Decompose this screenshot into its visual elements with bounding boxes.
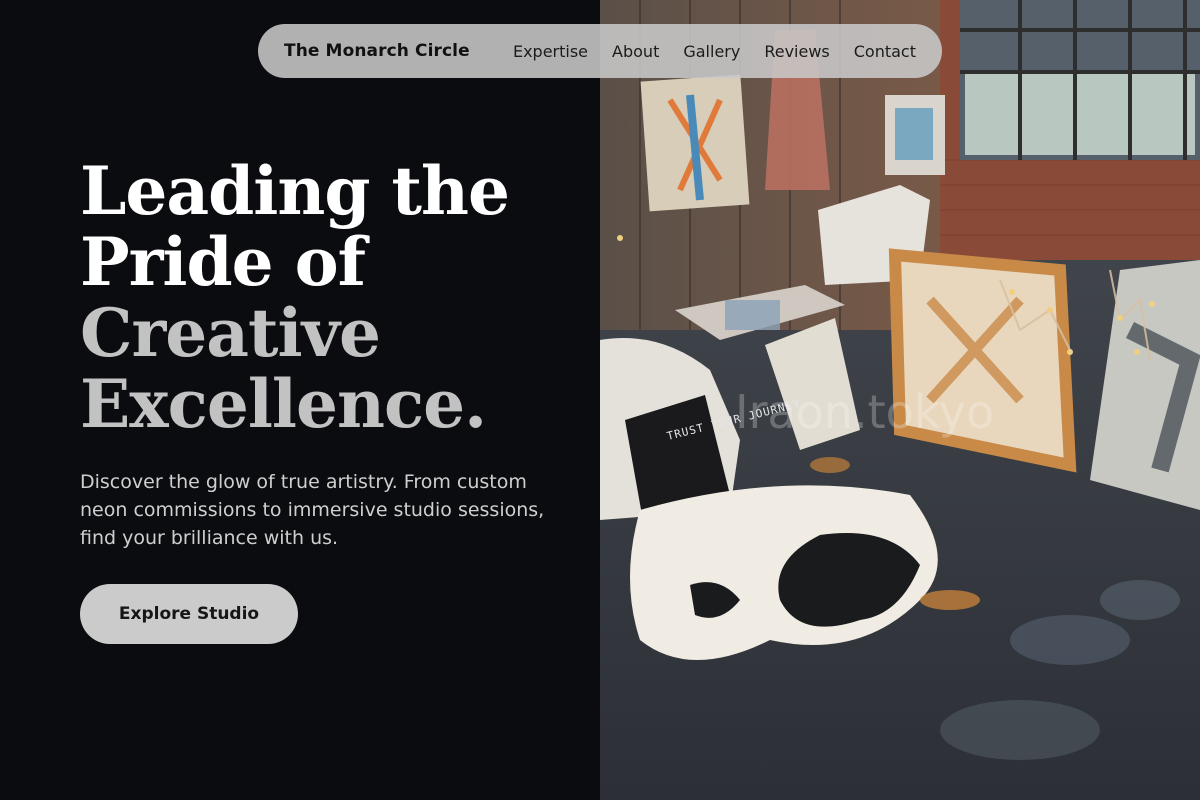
explore-studio-button[interactable]: Explore Studio (80, 584, 298, 644)
nav-links: Expertise About Gallery Reviews Contact (513, 42, 916, 61)
hero-text-panel: Leading the Pride of Creative Excellence… (0, 0, 600, 800)
headline-line-3: Creative (80, 294, 381, 372)
headline-line-2: Pride of (80, 223, 366, 301)
nav-link-gallery[interactable]: Gallery (683, 42, 740, 61)
nav-link-reviews[interactable]: Reviews (764, 42, 829, 61)
headline-line-1: Leading the (80, 152, 510, 230)
headline-line-4: Excellence. (80, 365, 487, 443)
top-navigation: The Monarch Circle Expertise About Galle… (258, 24, 942, 78)
studio-photo: TRUST YOUR JOURNEY Iraon.tokyo (600, 0, 1200, 800)
hero-headline: Leading the Pride of Creative Excellence… (80, 156, 510, 443)
watermark-text: Iraon.tokyo (735, 385, 994, 439)
nav-link-about[interactable]: About (612, 42, 659, 61)
brand-logo-text[interactable]: The Monarch Circle (284, 41, 470, 61)
nav-link-contact[interactable]: Contact (854, 42, 916, 61)
hero-subtext: Discover the glow of true artistry. From… (80, 471, 545, 549)
nav-link-expertise[interactable]: Expertise (513, 42, 588, 61)
